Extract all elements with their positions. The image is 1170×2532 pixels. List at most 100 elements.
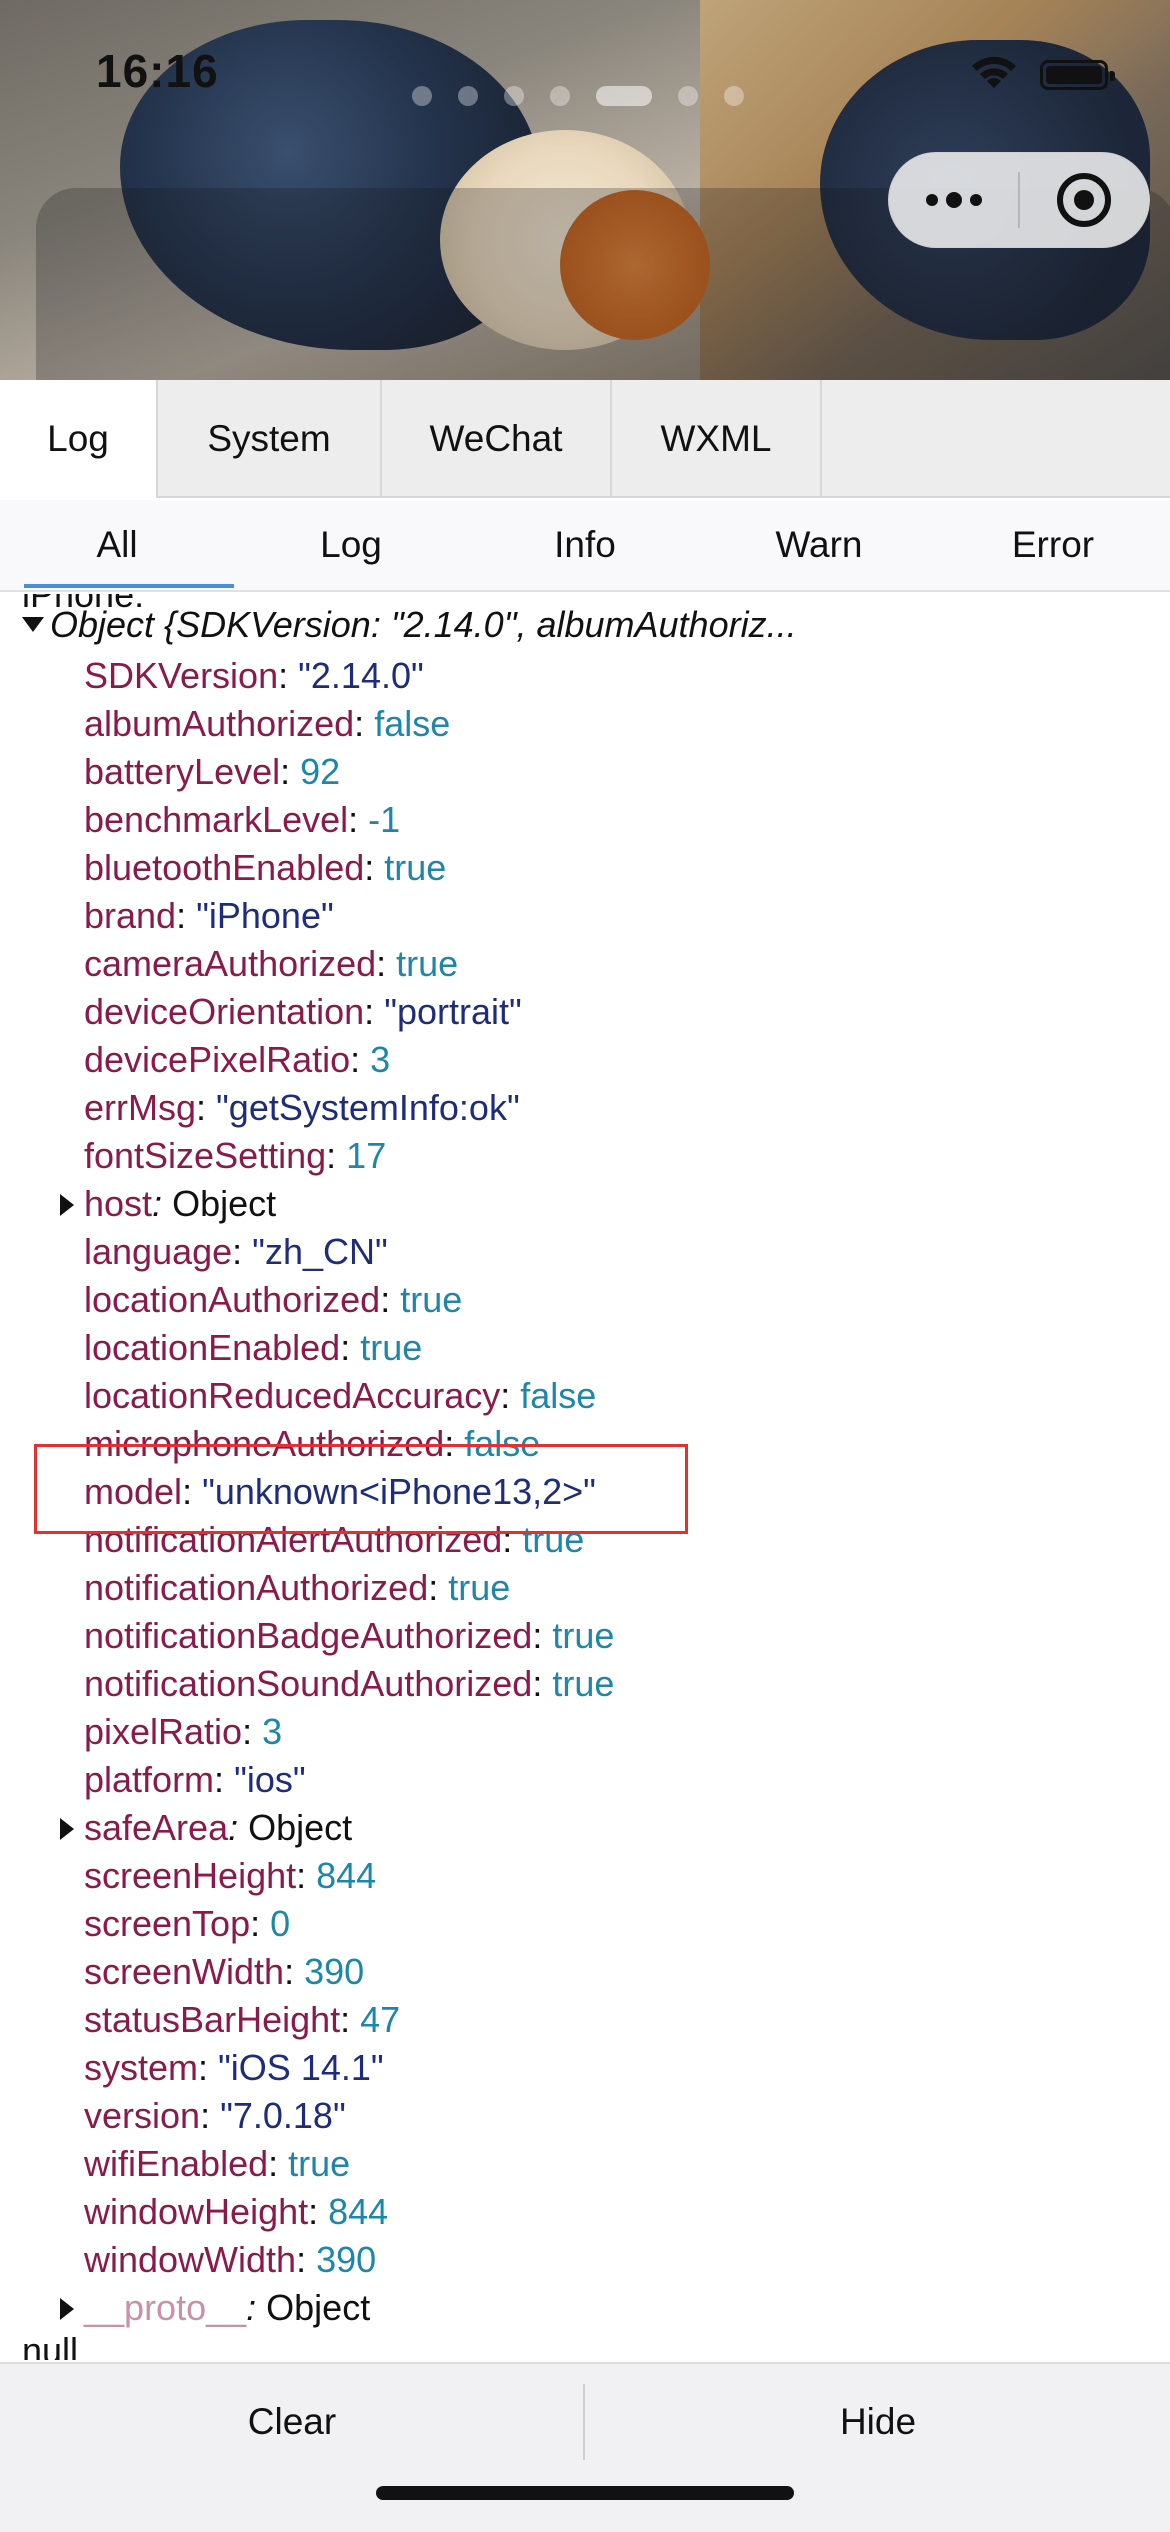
property-row-system: system: "iOS 14.1"	[84, 2044, 614, 2092]
property-separator: :	[278, 655, 299, 696]
tab-wxml[interactable]: WXML	[612, 380, 822, 498]
property-key: screenHeight	[84, 1855, 297, 1896]
property-row-host[interactable]: host: Object	[60, 1180, 614, 1228]
property-value: "getSystemInfo:ok"	[216, 1087, 520, 1128]
property-value: 3	[370, 1039, 391, 1080]
property-separator: :	[376, 943, 397, 984]
filter-info[interactable]: Info	[468, 500, 702, 590]
tab-wechat[interactable]: WeChat	[382, 380, 612, 498]
property-separator: :	[250, 1903, 271, 1944]
property-value: false	[520, 1375, 597, 1416]
property-key: version	[84, 2095, 201, 2136]
property-separator: :	[296, 2239, 317, 2280]
property-key: deviceOrientation	[84, 991, 365, 1032]
property-separator: :	[152, 1183, 173, 1224]
property-row-devicepixelratio: devicePixelRatio: 3	[84, 1036, 614, 1084]
property-separator: :	[380, 1279, 401, 1320]
log-line-partial: null	[22, 2330, 79, 2360]
property-separator: :	[350, 1039, 371, 1080]
console-toolbar: Clear Hide	[0, 2362, 1170, 2532]
property-separator: :	[200, 2095, 221, 2136]
property-separator: :	[364, 847, 385, 888]
property-key: fontSizeSetting	[84, 1135, 327, 1176]
property-separator: :	[354, 703, 375, 744]
property-value: true	[360, 1327, 423, 1368]
filter-error[interactable]: Error	[936, 500, 1170, 590]
property-row-proto[interactable]: __proto__: Object	[60, 2284, 614, 2332]
property-key: errMsg	[84, 1087, 197, 1128]
property-value: true	[552, 1615, 615, 1656]
expand-triangle-icon[interactable]	[60, 1194, 74, 1216]
home-indicator	[376, 2486, 794, 2500]
property-row-notificationsoundauthorized: notificationSoundAuthorized: true	[84, 1660, 614, 1708]
battery-icon	[1040, 60, 1115, 90]
property-value: true	[384, 847, 447, 888]
property-key: notificationBadgeAuthorized	[84, 1615, 533, 1656]
property-row-errmsg: errMsg: "getSystemInfo:ok"	[84, 1084, 614, 1132]
property-separator: :	[214, 1759, 235, 1800]
property-separator: :	[232, 1231, 253, 1272]
filter-log[interactable]: Log	[234, 500, 468, 590]
property-value: "iOS 14.1"	[218, 2047, 384, 2088]
tab-log[interactable]: Log	[0, 380, 158, 498]
property-separator: :	[348, 799, 369, 840]
property-row-deviceorientation: deviceOrientation: "portrait"	[84, 988, 614, 1036]
expand-triangle-icon[interactable]	[60, 2298, 74, 2320]
property-row-statusbarheight: statusBarHeight: 47	[84, 1996, 614, 2044]
property-row-screenheight: screenHeight: 844	[84, 1852, 614, 1900]
property-key: safeArea	[84, 1807, 229, 1848]
more-dots-icon[interactable]	[889, 152, 1018, 248]
property-separator: :	[532, 1663, 553, 1704]
property-row-cameraauthorized: cameraAuthorized: true	[84, 940, 614, 988]
clear-button[interactable]: Clear	[0, 2364, 584, 2480]
property-key: windowWidth	[84, 2239, 297, 2280]
property-key: language	[84, 1231, 233, 1272]
page-indicator	[412, 86, 744, 106]
property-row-batterylevel: batteryLevel: 92	[84, 748, 614, 796]
expand-triangle-icon[interactable]	[22, 616, 44, 632]
property-row-screentop: screenTop: 0	[84, 1900, 614, 1948]
property-row-benchmarklevel: benchmarkLevel: -1	[84, 796, 614, 844]
property-value: 3	[262, 1711, 283, 1752]
property-key: pixelRatio	[84, 1711, 243, 1752]
property-row-notificationauthorized: notificationAuthorized: true	[84, 1564, 614, 1612]
target-close-icon[interactable]	[1020, 152, 1149, 248]
log-filter-tabs: All Log Info Warn Error	[0, 500, 1170, 592]
property-row-wifienabled: wifiEnabled: true	[84, 2140, 614, 2188]
property-row-language: language: "zh_CN"	[84, 1228, 614, 1276]
property-key: SDKVersion	[84, 655, 279, 696]
property-row-windowheight: windowHeight: 844	[84, 2188, 614, 2236]
property-key: brand	[84, 895, 177, 936]
property-key: batteryLevel	[84, 751, 281, 792]
property-key: locationAuthorized	[84, 1279, 381, 1320]
property-key: wifiEnabled	[84, 2143, 269, 2184]
property-separator: :	[308, 2191, 329, 2232]
property-key: host	[84, 1183, 153, 1224]
highlight-annotation-box	[34, 1444, 688, 1534]
property-value: true	[448, 1567, 511, 1608]
hide-button[interactable]: Hide	[586, 2364, 1170, 2480]
property-separator: :	[532, 1615, 553, 1656]
property-value: -1	[368, 799, 401, 840]
property-row-safearea[interactable]: safeArea: Object	[60, 1804, 614, 1852]
property-value: 390	[304, 1951, 365, 1992]
expand-triangle-icon[interactable]	[60, 1818, 74, 1840]
property-value: "ios"	[234, 1759, 306, 1800]
property-key: notificationAuthorized	[84, 1567, 429, 1608]
property-key: cameraAuthorized	[84, 943, 377, 984]
property-value: Object	[248, 1807, 353, 1848]
property-value: true	[552, 1663, 615, 1704]
property-row-sdkversion: SDKVersion: "2.14.0"	[84, 652, 614, 700]
property-separator: :	[246, 2287, 267, 2328]
filter-all[interactable]: All	[0, 500, 234, 590]
property-row-version: version: "7.0.18"	[84, 2092, 614, 2140]
property-row-brand: brand: "iPhone"	[84, 892, 614, 940]
object-header[interactable]: Object {SDKVersion: "2.14.0", albumAutho…	[22, 604, 797, 646]
property-row-locationauthorized: locationAuthorized: true	[84, 1276, 614, 1324]
property-separator: :	[176, 895, 197, 936]
tab-system[interactable]: System	[158, 380, 382, 498]
filter-warn[interactable]: Warn	[702, 500, 936, 590]
property-value: "portrait"	[384, 991, 522, 1032]
property-key: locationEnabled	[84, 1327, 341, 1368]
property-value: 0	[270, 1903, 291, 1944]
